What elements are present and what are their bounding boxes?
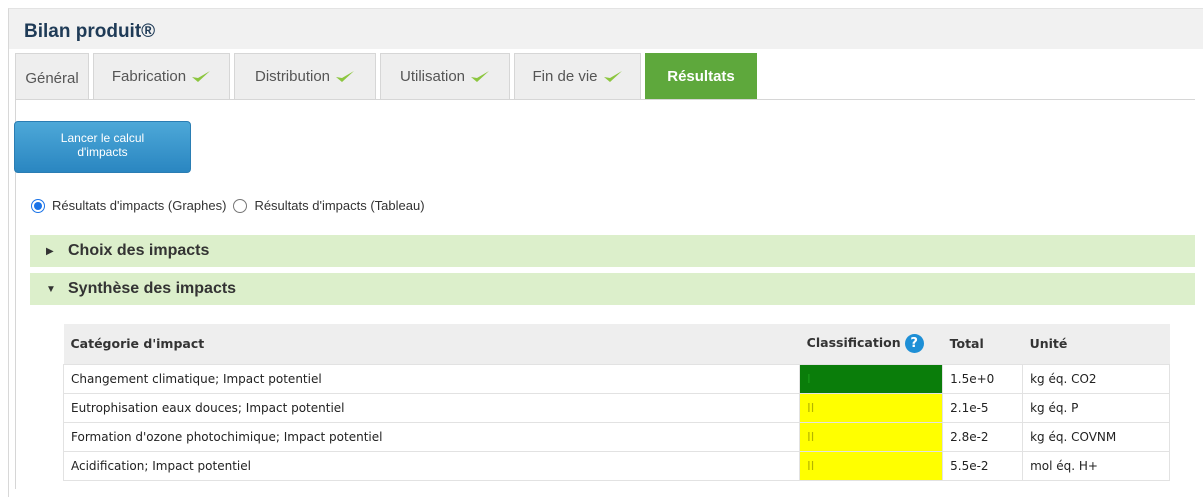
header-classification-label: Classification [806,335,901,351]
checkmark-icon [192,70,211,82]
cell-category: Formation d'ozone photochimique; Impact … [62,421,801,452]
button-label-line1: Lancer le calcul [60,131,145,145]
table-row: Changement climatique; Impact potentiel I… [62,363,1170,394]
tab-bar: Général Fabrication Distribution Utilisa… [15,53,761,99]
tab-label: Résultats [667,68,735,85]
header-classification: Classification? [799,324,943,364]
help-icon[interactable]: ? [904,334,924,354]
section-choix-des-impacts[interactable]: ▶ Choix des impacts [30,235,1195,267]
tab-label: Utilisation [399,68,466,85]
header-category: Catégorie d'impact [63,324,800,364]
table-row: Formation d'ozone photochimique; Impact … [62,421,1170,452]
checkmark-icon [336,70,355,82]
section-synthese-des-impacts[interactable]: ▼ Synthèse des impacts [30,273,1195,305]
tab-label: Fabrication [111,68,187,85]
caret-down-icon: ▼ [46,284,56,295]
tab-resultats[interactable]: Résultats [645,53,757,99]
cell-category: Acidification; Impact potentiel [62,450,801,481]
tab-distribution[interactable]: Distribution [234,53,376,99]
table-header-row: Catégorie d'impact Classification? Total… [63,324,1170,364]
section-title: Synthèse des impacts [68,280,237,297]
tab-fabrication[interactable]: Fabrication [93,53,230,99]
radio-graphs[interactable] [31,198,45,213]
run-calculation-button[interactable]: Lancer le calcul d'impacts [14,121,191,173]
table-row: Eutrophisation eaux douces; Impact poten… [62,392,1170,423]
checkmark-icon [603,70,622,82]
tab-fin-de-vie[interactable]: Fin de vie [514,53,641,99]
caret-right-icon: ▶ [46,246,54,257]
cell-classification: II [799,421,944,452]
tab-utilisation[interactable]: Utilisation [380,53,510,99]
radio-graphs-label[interactable]: Résultats d'impacts (Graphes) [52,198,226,213]
button-label-line2: d'impacts [77,145,128,159]
cell-total: 1.5e+0 [942,363,1024,394]
section-title: Choix des impacts [68,242,210,259]
radio-table[interactable] [233,198,248,213]
cell-classification: I [799,363,944,394]
tab-label: Général [25,70,79,87]
cell-unit: kg éq. P [1022,392,1170,423]
tab-label: Distribution [254,68,331,85]
tab-label: Fin de vie [532,68,598,85]
checkmark-icon [471,70,490,82]
page-title: Bilan produit® [24,21,156,42]
tab-general[interactable]: Général [15,53,89,99]
cell-total: 2.1e-5 [942,392,1024,423]
title-bar: Bilan produit® [9,9,1203,49]
impacts-table: Catégorie d'impact Classification? Total… [62,324,1170,481]
cell-total: 2.8e-2 [942,421,1024,452]
cell-category: Eutrophisation eaux douces; Impact poten… [62,392,801,423]
cell-classification: II [799,392,944,423]
header-total: Total [942,324,1023,364]
cell-classification: II [799,450,944,481]
cell-total: 5.5e-2 [942,450,1024,481]
table-row: Acidification; Impact potentiel II 5.5e-2 m… [62,450,1170,481]
cell-unit: mol éq. H+ [1022,450,1170,481]
radio-table-label[interactable]: Résultats d'impacts (Tableau) [254,198,424,213]
view-options: Résultats d'impacts (Graphes) Résultats … [31,198,432,213]
cell-unit: kg éq. CO2 [1022,363,1170,394]
cell-category: Changement climatique; Impact potentiel [62,363,801,394]
cell-unit: kg éq. COVNM [1022,421,1170,452]
header-unit: Unité [1022,324,1170,364]
